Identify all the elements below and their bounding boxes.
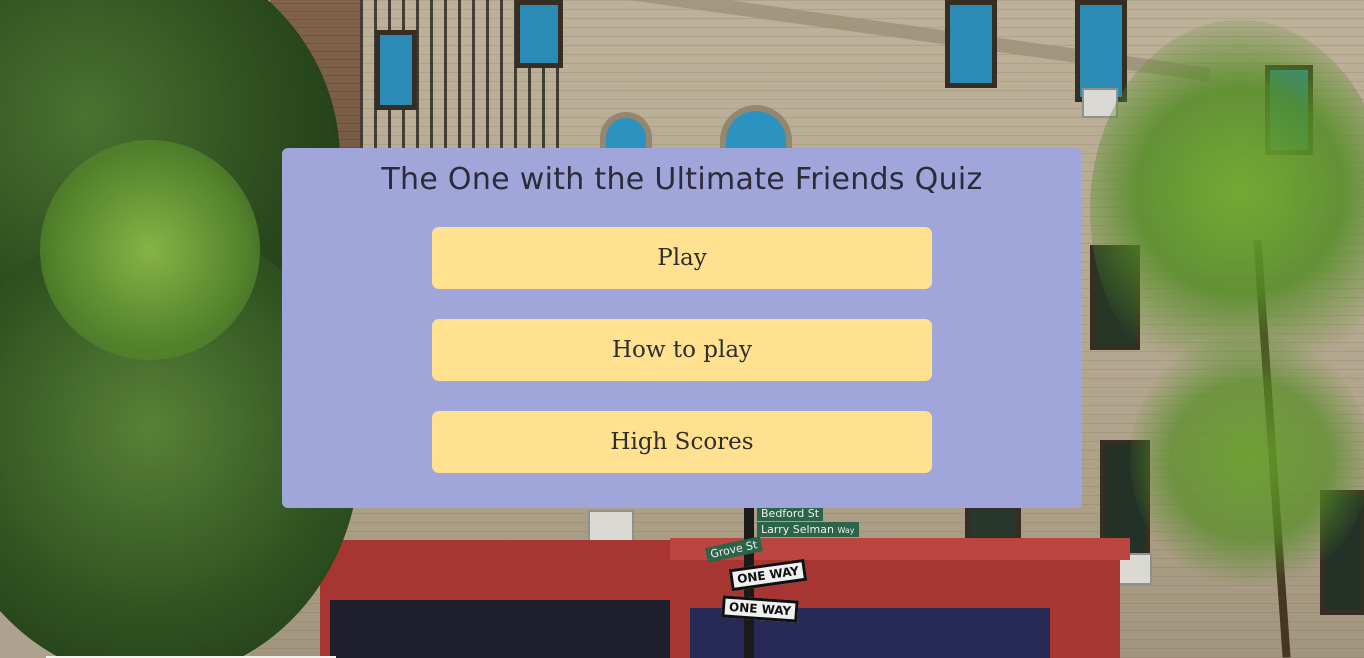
play-button[interactable]: Play bbox=[432, 227, 932, 289]
page-title: The One with the Ultimate Friends Quiz bbox=[381, 162, 983, 197]
main-menu-card: The One with the Ultimate Friends Quiz P… bbox=[282, 148, 1082, 508]
high-scores-button[interactable]: High Scores bbox=[432, 411, 932, 473]
how-to-play-button[interactable]: How to play bbox=[432, 319, 932, 381]
